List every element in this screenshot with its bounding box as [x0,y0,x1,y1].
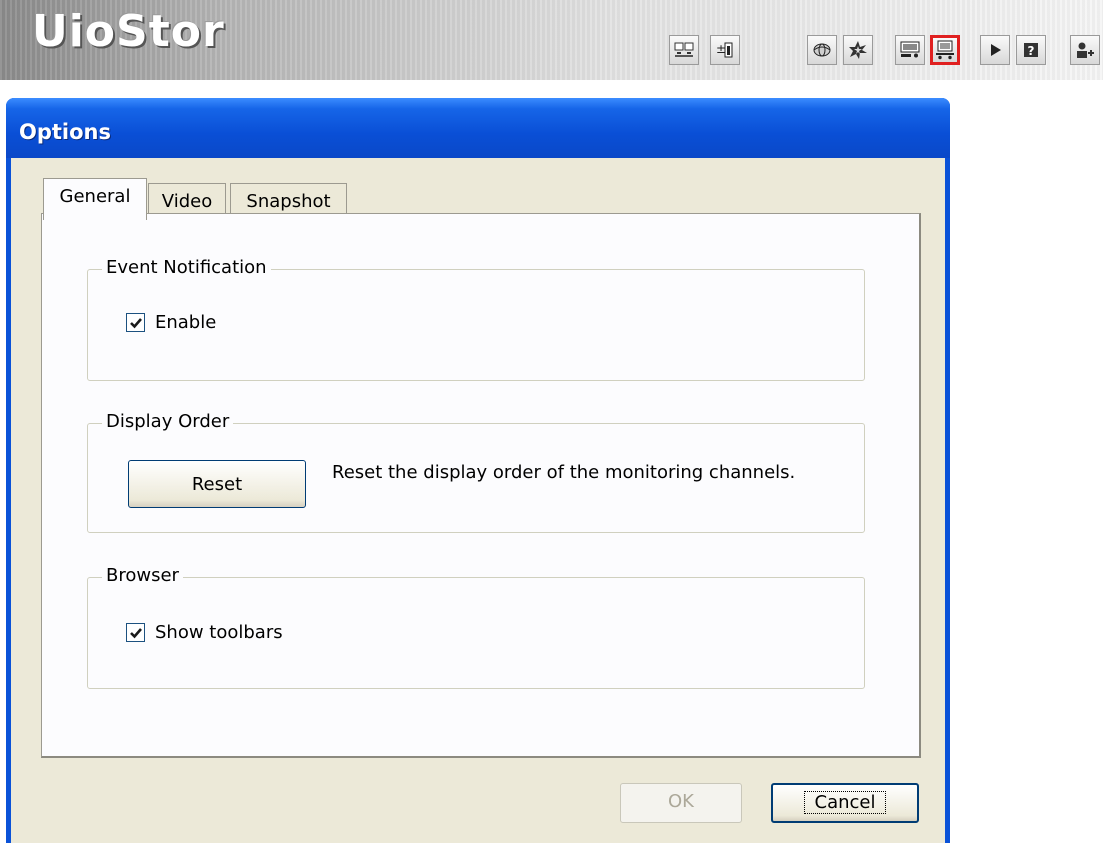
pan-tilt-icon: ± [716,42,733,58]
cancel-button[interactable]: Cancel [771,783,919,823]
display-order-description: Reset the display order of the monitorin… [332,462,796,483]
event-notification-legend: Event Notification [102,257,271,278]
monitor-layout-button[interactable] [669,35,699,65]
video-settings-icon [900,41,920,58]
help-icon: ? [1024,43,1038,58]
app-banner: UioStor ± ? [0,0,1103,80]
display-order-legend: Display Order [102,411,234,432]
checkmark-icon [130,628,142,639]
enable-label: Enable [155,312,217,333]
burst-icon [849,41,867,59]
ok-button[interactable]: OK [620,783,742,823]
pan-tilt-button[interactable]: ± [710,35,740,65]
options-icon [936,40,954,60]
help-button[interactable]: ? [1016,35,1046,65]
display-order-group: Display Order Reset Reset the display or… [87,411,865,533]
user-add-icon [1077,42,1094,58]
monitor-layout-icon [674,42,694,57]
dialog-title: Options [19,120,111,144]
cancel-label: Cancel [803,791,887,814]
user-add-button[interactable] [1070,35,1100,65]
browser-legend: Browser [102,565,183,586]
globe-icon [813,43,831,57]
burst-button[interactable] [843,35,873,65]
dialog-titlebar[interactable]: Options [6,98,950,158]
reset-button[interactable]: Reset [128,460,306,508]
event-notification-group: Event Notification Enable [87,257,865,381]
dialog-body: General Video Snapshot Event Notificatio… [11,158,945,843]
show-toolbars-checkbox[interactable] [126,623,145,642]
enable-checkbox-row[interactable]: Enable [126,312,216,333]
show-toolbars-label: Show toolbars [155,622,283,643]
play-button[interactable] [980,35,1010,65]
show-toolbars-checkbox-row[interactable]: Show toolbars [126,622,283,643]
general-tab-panel: Event Notification Enable Display Order … [41,213,921,758]
checkmark-icon [130,318,142,329]
options-dialog: Options General Video Snapshot Event Not… [6,98,950,843]
tab-general[interactable]: General [43,178,147,220]
globe-button[interactable] [807,35,837,65]
svg-text:?: ? [1028,44,1035,58]
video-settings-button[interactable] [895,35,925,65]
browser-group: Browser Show toolbars [87,565,865,689]
enable-checkbox[interactable] [126,313,145,332]
play-icon [991,44,1001,56]
options-button[interactable] [930,35,960,65]
app-logo: UioStor [32,6,225,57]
